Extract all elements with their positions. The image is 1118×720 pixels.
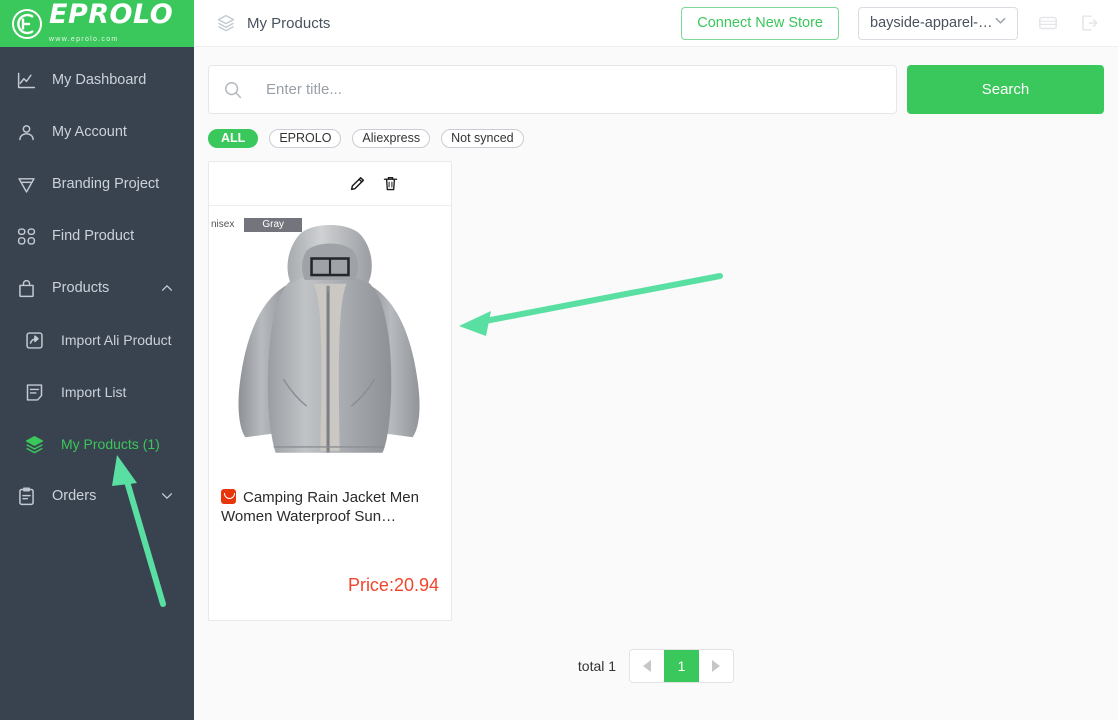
pagination-prev-button[interactable] — [630, 650, 665, 682]
pagination-page-1[interactable]: 1 — [664, 650, 700, 682]
brand-url: www.eprolo.com — [49, 36, 119, 43]
triangle-left-icon — [643, 660, 652, 672]
chevron-down-icon[interactable] — [160, 489, 174, 503]
sidebar-item-find-product[interactable]: Find Product — [0, 210, 194, 262]
aliexpress-icon — [221, 489, 236, 504]
filter-chip-eprolo[interactable]: EPROLO — [269, 129, 342, 148]
topbar: My Products Connect New Store bayside-ap… — [194, 0, 1118, 47]
product-card-tools — [209, 162, 451, 206]
sidebar-item-import-list[interactable]: Import List — [0, 366, 194, 418]
sidebar-nav: My Dashboard My Account Branding Project — [0, 47, 194, 522]
sidebar-item-label: My Account — [52, 124, 127, 140]
main-area: My Products Connect New Store bayside-ap… — [194, 0, 1118, 720]
product-grid: nisex Gray Camping Rain Jacket Men Women… — [208, 161, 1104, 621]
sidebar-item-label: Orders — [52, 488, 97, 504]
filter-chip-not-synced[interactable]: Not synced — [441, 129, 524, 148]
sidebar-item-my-products[interactable]: My Products (1) — [0, 418, 194, 470]
clipboard-icon — [14, 484, 38, 508]
logout-icon[interactable] — [1078, 12, 1100, 34]
page-title: My Products — [247, 14, 331, 32]
search-box[interactable] — [208, 65, 897, 114]
search-button[interactable]: Search — [907, 65, 1104, 114]
user-icon — [14, 120, 38, 144]
grid-icon — [14, 224, 38, 248]
jacket-illustration — [238, 224, 420, 453]
product-card[interactable]: nisex Gray Camping Rain Jacket Men Women… — [208, 161, 452, 621]
triangle-right-icon — [712, 660, 721, 672]
import-arrow-icon — [22, 328, 46, 352]
search-input[interactable] — [244, 66, 896, 113]
filter-chip-aliexpress[interactable]: Aliexpress — [352, 129, 431, 148]
chevron-up-icon[interactable] — [160, 281, 174, 295]
pencil-icon[interactable] — [349, 175, 366, 192]
sidebar-item-import-ali-product[interactable]: Import Ali Product — [0, 314, 194, 366]
layers-icon — [216, 13, 236, 33]
sidebar-item-label: My Dashboard — [52, 72, 147, 88]
connect-new-store-button[interactable]: Connect New Store — [681, 6, 839, 40]
search-icon — [222, 79, 244, 101]
layers-icon — [22, 432, 46, 456]
sidebar-item-orders[interactable]: Orders — [0, 470, 194, 522]
filter-chips: ALL EPROLO Aliexpress Not synced — [208, 129, 1104, 148]
list-note-icon — [22, 380, 46, 404]
chart-line-icon — [14, 68, 38, 92]
brand-logo[interactable]: EPROLO www.eprolo.com — [0, 0, 194, 47]
sidebar-item-label: Products — [52, 280, 110, 296]
product-title-row: Camping Rain Jacket Men Women Waterproof… — [209, 481, 451, 527]
sidebar-item-my-account[interactable]: My Account — [0, 106, 194, 158]
pagination-total: total 1 — [577, 658, 617, 674]
product-image[interactable]: nisex Gray — [209, 206, 451, 481]
variant-label-gray: Gray — [244, 218, 303, 232]
pagination-controls: 1 — [629, 649, 735, 683]
eprolo-monogram-icon — [10, 7, 44, 41]
trash-icon[interactable] — [382, 175, 399, 192]
sidebar-item-my-dashboard[interactable]: My Dashboard — [0, 54, 194, 106]
sidebar-item-branding-project[interactable]: Branding Project — [0, 158, 194, 210]
bag-icon — [14, 276, 38, 300]
product-variant-swatches: nisex Gray — [209, 218, 303, 232]
pagination: total 1 1 — [208, 649, 1104, 713]
variant-label-unisex: nisex — [209, 218, 245, 232]
shield-icon — [14, 172, 38, 196]
topbar-actions: Connect New Store bayside-apparel-… — [681, 6, 1100, 40]
search-row: Search — [208, 65, 1104, 114]
breadcrumb: My Products — [216, 13, 330, 33]
sidebar-item-products[interactable]: Products — [0, 262, 194, 314]
brand-name: EPROLO — [49, 0, 174, 30]
sidebar-item-label: Find Product — [52, 228, 135, 244]
filter-chip-all[interactable]: ALL — [208, 129, 259, 148]
sidebar-item-label: My Products (1) — [61, 436, 160, 452]
app-root: EPROLO www.eprolo.com My Dashboard My Ac… — [0, 0, 1118, 720]
sidebar-item-label: Import Ali Product — [61, 332, 172, 348]
product-title: Camping Rain Jacket Men Women Waterproof… — [221, 489, 419, 525]
sidebar-item-label: Branding Project — [52, 176, 160, 192]
product-price: Price:20.94 — [347, 575, 439, 595]
stack-database-icon[interactable] — [1037, 12, 1059, 34]
pagination-next-button[interactable] — [699, 650, 734, 682]
content-area: Search ALL EPROLO Aliexpress Not synced — [194, 47, 1118, 720]
store-selector[interactable]: bayside-apparel-… — [858, 6, 1018, 40]
sidebar: EPROLO www.eprolo.com My Dashboard My Ac… — [0, 0, 194, 720]
chevron-down-icon — [993, 13, 1008, 33]
store-selector-value: bayside-apparel-… — [870, 15, 993, 31]
sidebar-item-label: Import List — [61, 384, 127, 400]
